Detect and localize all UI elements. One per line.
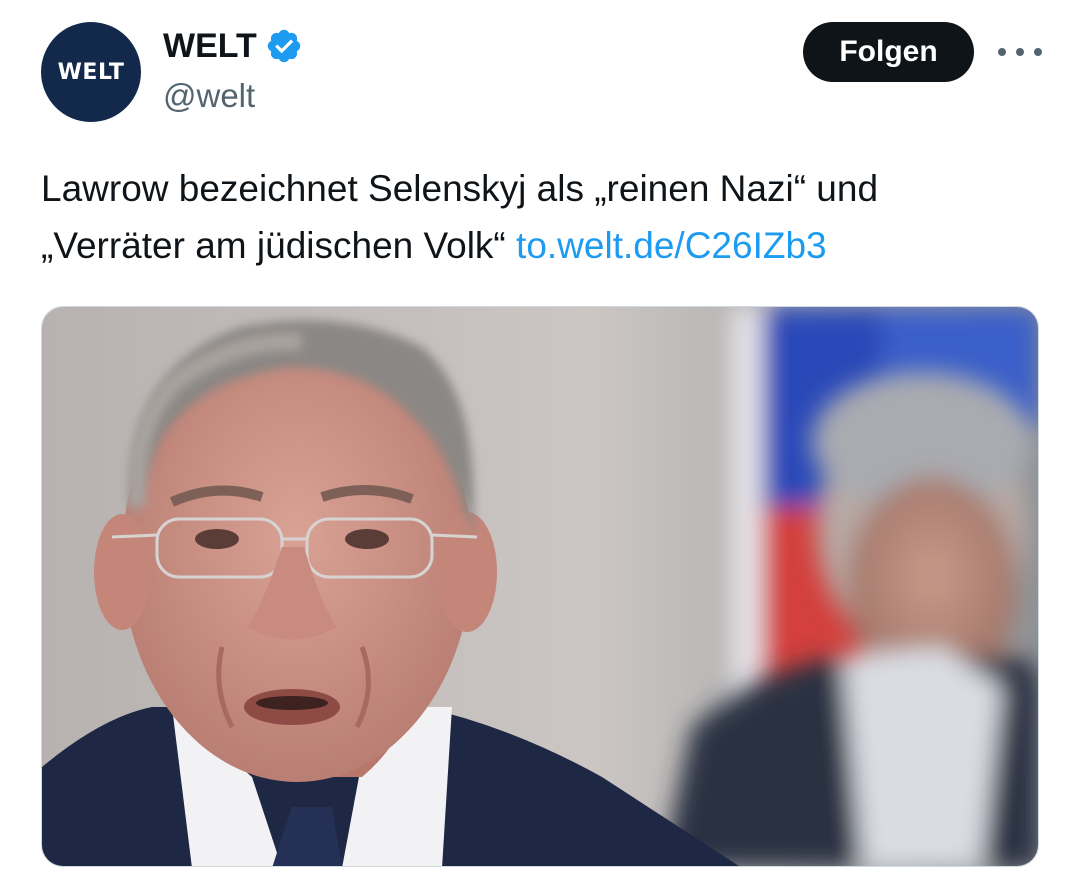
media-photo [42, 307, 1038, 866]
tweet-text-line-2-body: „Verräter am jüdischen Volk“ [41, 225, 517, 266]
author-name-row: WELT [163, 26, 303, 66]
avatar[interactable]: WELT [41, 22, 141, 122]
verified-badge-icon [267, 29, 301, 63]
tweet-text-line-2: „Verräter am jüdischen Volk“ to.welt.de/… [41, 217, 1041, 274]
author-handle[interactable]: @welt [163, 76, 255, 116]
tweet-text-line-1: Lawrow bezeichnet Selenskyj als „reinen … [41, 168, 879, 209]
more-dot [1016, 48, 1024, 56]
follow-button[interactable]: Folgen [803, 22, 974, 82]
tweet-link[interactable]: to.welt.de/C26IZb3 [516, 225, 827, 266]
tweet-text: Lawrow bezeichnet Selenskyj als „reinen … [41, 160, 1041, 274]
author-display-name[interactable]: WELT [163, 26, 257, 66]
more-options-icon[interactable] [998, 34, 1042, 70]
more-dot [1034, 48, 1042, 56]
more-dot [998, 48, 1006, 56]
tweet-card: WELT WELT @welt Folgen Lawrow bezeichnet… [0, 0, 1080, 892]
avatar-logo-text: WELT [57, 59, 125, 85]
tweet-media-image[interactable] [41, 306, 1039, 867]
